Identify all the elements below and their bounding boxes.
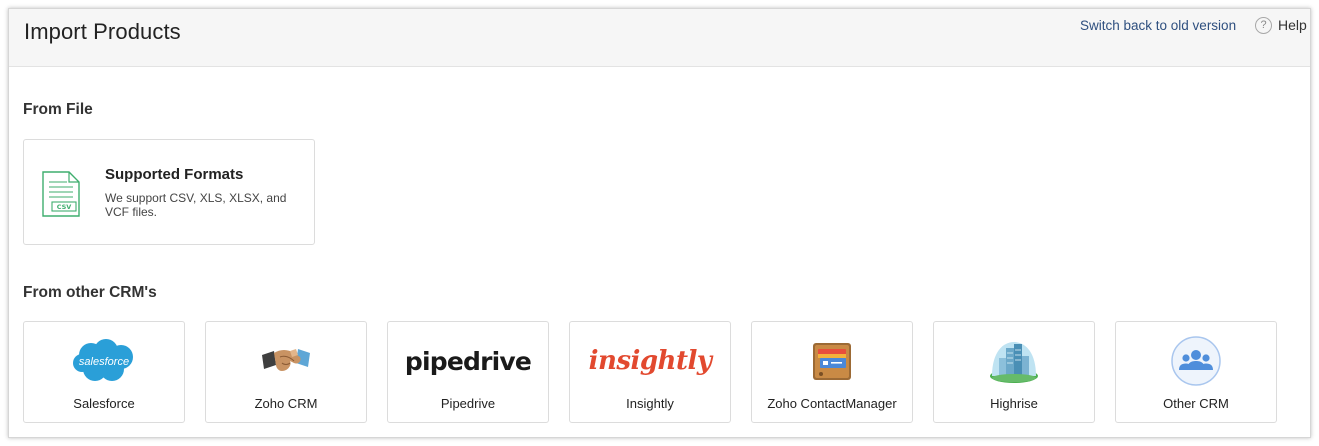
insightly-logo-text: insightly [588, 346, 712, 376]
supported-formats-card[interactable]: CSV Supported Formats We support CSV, XL… [23, 139, 315, 245]
crm-card-insightly[interactable]: insightly Insightly [569, 321, 731, 423]
csv-icon-label: CSV [57, 203, 72, 211]
salesforce-logo: salesforce [24, 336, 184, 386]
handshake-logo [206, 336, 366, 386]
pipedrive-logo-text: pipedrive [404, 346, 532, 376]
pipedrive-logo: pipedrive [388, 336, 548, 386]
crm-label-highrise: Highrise [990, 396, 1038, 411]
help-label: Help [1278, 17, 1307, 33]
crm-label-pipedrive: Pipedrive [440, 396, 496, 411]
insightly-logo: insightly [570, 336, 730, 386]
crm-card-zoho-contactmanager[interactable]: Zoho ContactManager [751, 321, 913, 423]
page-header: Import Products Switch back to old versi… [9, 9, 1310, 67]
crm-card-highrise[interactable]: Highrise [933, 321, 1095, 423]
crm-card-zoho-crm[interactable]: Zoho CRM [205, 321, 367, 423]
from-other-crm-heading: From other CRM's [23, 284, 157, 301]
help-button[interactable]: ? Help [1255, 16, 1307, 34]
crm-label-zoho-contactmanager: Zoho ContactManager [767, 396, 897, 411]
supported-formats-description: We support CSV, XLS, XLSX, and VCF files… [105, 191, 287, 219]
switch-old-version-link[interactable]: Switch back to old version [1080, 18, 1236, 33]
csv-file-icon: CSV [41, 171, 81, 222]
crm-label-salesforce: Salesforce [73, 396, 135, 411]
help-icon: ? [1255, 16, 1272, 34]
crm-label-other-crm: Other CRM [1163, 396, 1229, 411]
crm-label-zoho-crm: Zoho CRM [254, 396, 318, 411]
contact-card-logo [752, 336, 912, 386]
crm-card-pipedrive[interactable]: pipedrive Pipedrive [387, 321, 549, 423]
highrise-building-logo [934, 336, 1094, 386]
supported-formats-title: Supported Formats [105, 166, 244, 183]
crm-card-other-crm[interactable]: Other CRM [1115, 321, 1277, 423]
page-title: Import Products [24, 19, 181, 44]
from-file-heading: From File [23, 101, 93, 118]
crm-label-insightly: Insightly [626, 396, 674, 411]
people-group-logo [1116, 336, 1276, 386]
crm-card-salesforce[interactable]: salesforce Salesforce [23, 321, 185, 423]
salesforce-logo-text: salesforce [79, 356, 129, 368]
import-products-page: Import Products Switch back to old versi… [8, 8, 1311, 438]
